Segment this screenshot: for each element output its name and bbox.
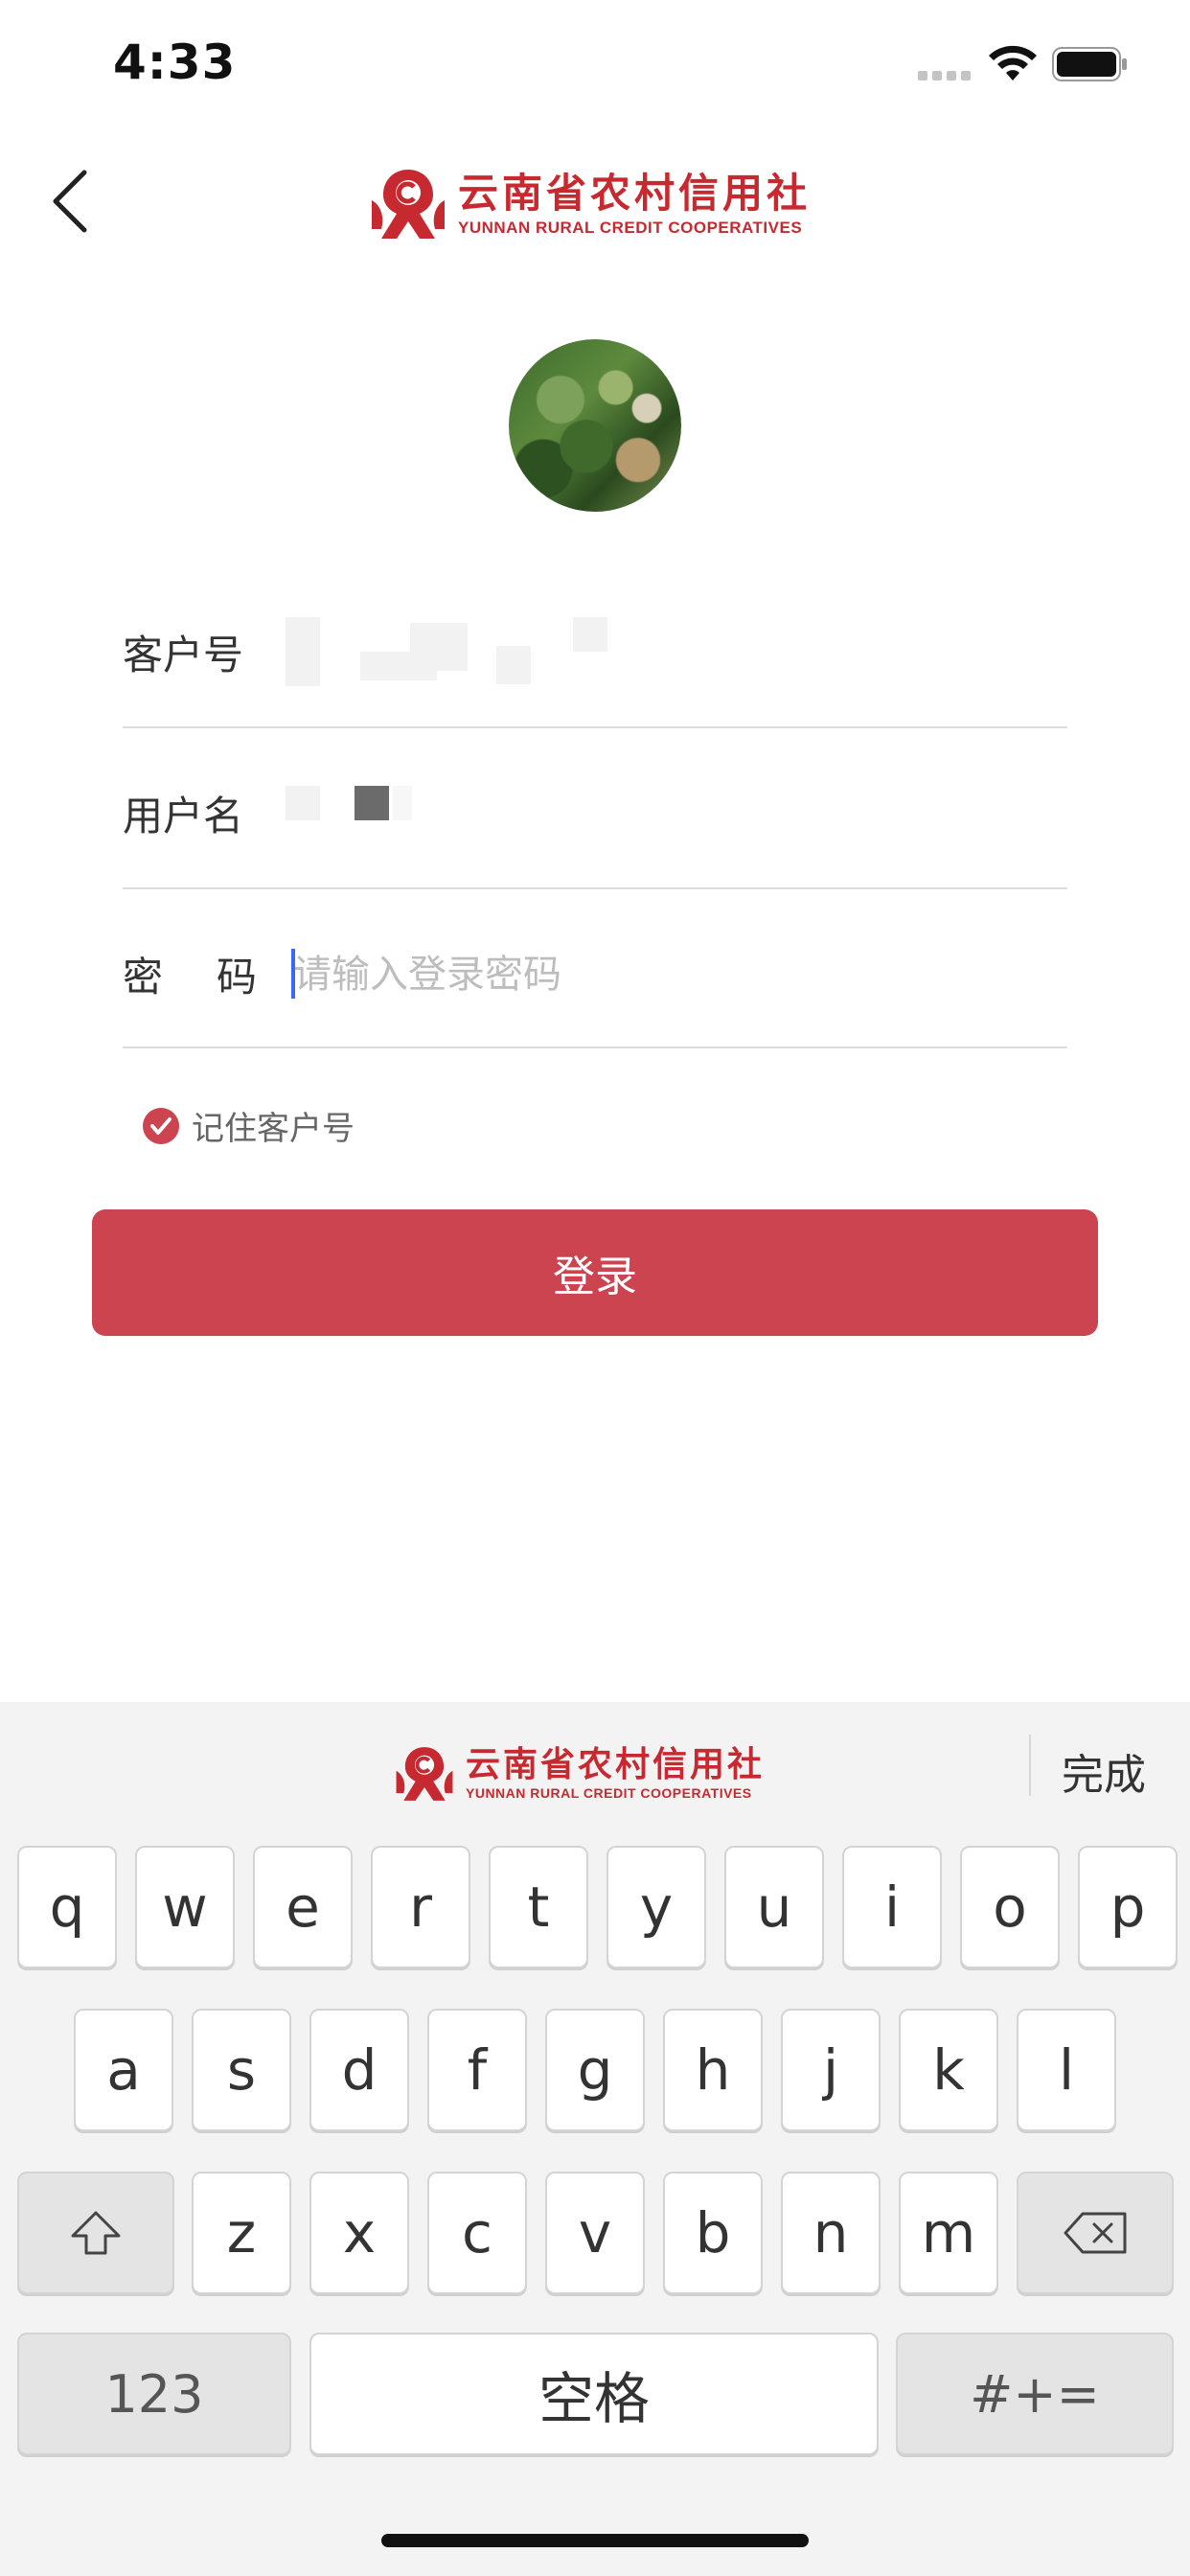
keyboard-brand-logo: 云南省农村信用社 YUNNAN RURAL CREDIT COOPERATIVE… [393, 1744, 765, 1804]
rcc-logo-icon [396, 1747, 453, 1801]
password-label-char: 密 [123, 954, 164, 1000]
key-d[interactable]: d [309, 2009, 409, 2131]
wifi-icon [989, 45, 1037, 80]
keyboard-toolbar: 云南省农村信用社 YUNNAN RURAL CREDIT COOPERATIVE… [0, 1702, 1190, 1827]
space-key[interactable]: 空格 [309, 2333, 879, 2455]
key-i[interactable]: i [842, 1846, 942, 1968]
brand-name-en: YUNNAN RURAL CREDIT COOPERATIVES [458, 218, 803, 237]
status-bar: 4:33 [0, 0, 1190, 126]
symbols-key[interactable]: #+= [896, 2333, 1174, 2455]
key-a[interactable]: a [74, 2009, 173, 2131]
key-j[interactable]: j [781, 2009, 881, 2131]
keyboard-brand-name-en: YUNNAN RURAL CREDIT COOPERATIVES [466, 1785, 752, 1801]
key-g[interactable]: g [545, 2009, 645, 2131]
key-p[interactable]: p [1078, 1846, 1178, 1968]
key-u[interactable]: u [724, 1846, 824, 1968]
masked-value [393, 786, 412, 820]
back-button[interactable] [42, 163, 100, 240]
masked-value [410, 623, 468, 671]
masked-value [286, 617, 320, 686]
masked-value [355, 786, 389, 820]
password-input[interactable] [293, 947, 1041, 1002]
shift-key[interactable] [17, 2172, 174, 2294]
nav-bar: 云南省农村信用社 YUNNAN RURAL CREDIT COOPERATIVE… [0, 144, 1190, 259]
cellular-signal-icon [918, 71, 975, 84]
brand-logo: 云南省农村信用社 YUNNAN RURAL CREDIT COOPERATIVE… [368, 163, 811, 245]
key-v[interactable]: v [545, 2172, 645, 2294]
backspace-icon [1064, 2212, 1127, 2254]
text-caret [291, 949, 295, 999]
key-e[interactable]: e [253, 1846, 353, 1968]
shift-arrow-icon [71, 2211, 121, 2255]
password-row: 密 码 [123, 889, 1067, 1048]
key-y[interactable]: y [606, 1846, 706, 1968]
login-button[interactable]: 登录 [92, 1209, 1098, 1336]
key-o[interactable]: o [960, 1846, 1060, 1968]
username-field[interactable] [286, 778, 439, 836]
key-z[interactable]: z [192, 2172, 291, 2294]
login-screen: 4:33 云南省农村信用社 YUNNAN RURAL CREDIT COOPER… [0, 0, 1190, 2576]
remember-customer-checkbox[interactable]: 记住客户号 [142, 1102, 355, 1149]
customer-number-field[interactable] [286, 617, 688, 686]
security-keyboard: 云南省农村信用社 YUNNAN RURAL CREDIT COOPERATIVE… [0, 1702, 1190, 2576]
password-label: 密 码 [123, 945, 257, 1003]
key-q[interactable]: q [17, 1846, 117, 1968]
backspace-key[interactable] [1017, 2172, 1174, 2294]
key-k[interactable]: k [899, 2009, 998, 2131]
key-l[interactable]: l [1017, 2009, 1116, 2131]
key-n[interactable]: n [781, 2172, 881, 2294]
numbers-key[interactable]: 123 [17, 2333, 291, 2455]
key-s[interactable]: s [192, 2009, 291, 2131]
key-b[interactable]: b [663, 2172, 763, 2294]
user-avatar [509, 339, 681, 512]
key-w[interactable]: w [135, 1846, 235, 1968]
toolbar-divider [1029, 1735, 1031, 1796]
key-x[interactable]: x [309, 2172, 409, 2294]
remember-label: 记住客户号 [192, 1110, 355, 1148]
brand-name-cn: 云南省农村信用社 [458, 170, 812, 217]
masked-value [286, 786, 320, 820]
key-r[interactable]: r [371, 1846, 470, 1968]
key-h[interactable]: h [663, 2009, 763, 2131]
masked-value [573, 617, 607, 652]
username-row: 用户名 [123, 730, 1067, 889]
customer-number-label: 客户号 [123, 632, 244, 678]
masked-value [496, 646, 531, 684]
customer-number-row: 客户号 [123, 569, 1067, 728]
username-label: 用户名 [123, 793, 244, 840]
password-label-char: 码 [216, 954, 257, 1000]
key-t[interactable]: t [489, 1846, 588, 1968]
keyboard-done-button[interactable]: 完成 [1062, 1740, 1146, 1802]
home-indicator [381, 2534, 809, 2547]
key-f[interactable]: f [427, 2009, 527, 2131]
status-time: 4:33 [113, 34, 237, 90]
battery-icon [1052, 47, 1127, 81]
checkbox-checked-icon [143, 1107, 179, 1144]
rcc-logo-icon [372, 170, 445, 239]
key-c[interactable]: c [427, 2172, 527, 2294]
keyboard-brand-name-cn: 云南省农村信用社 [466, 1745, 766, 1784]
key-m[interactable]: m [899, 2172, 998, 2294]
